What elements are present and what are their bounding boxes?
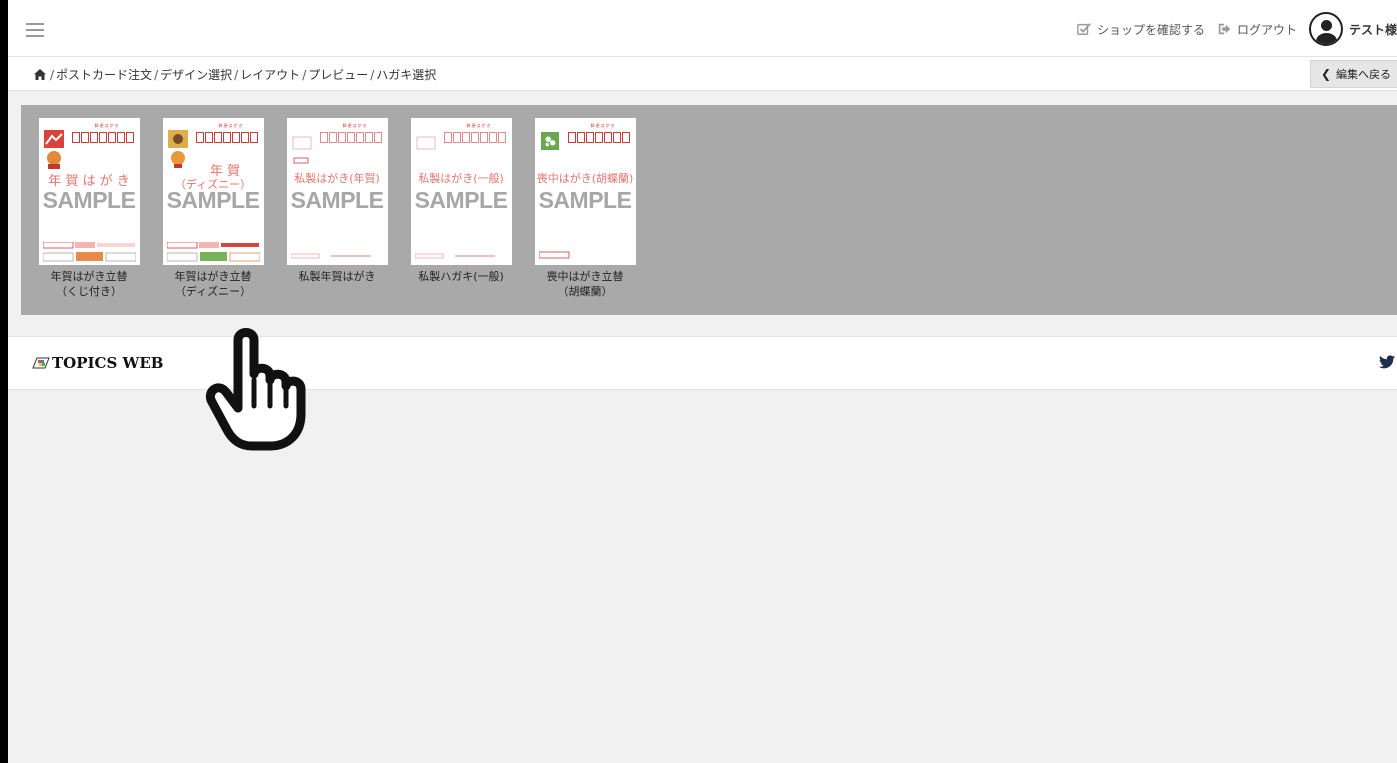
breadcrumb-item-layout[interactable]: レイアウト: [240, 66, 300, 83]
postcard-label-line1: 私製ハガキ(一般): [418, 270, 504, 283]
logout-icon: [1218, 23, 1231, 35]
postcard-label: 私製ハガキ(一般): [401, 269, 521, 284]
postcard-label: 年賀はがき立替 （ディズニー）: [153, 269, 273, 299]
hand-pointer-cursor-icon: [206, 328, 306, 451]
lottery-strip: [42, 242, 136, 262]
check-square-icon: [1077, 23, 1091, 35]
postcard-thumbnail: 郵便はがき 年 賀 は が き SAMPLE: [38, 118, 140, 265]
breadcrumb-item-preview[interactable]: プレビュー: [308, 66, 368, 83]
postcard-option-private-nenga[interactable]: 郵便はがき 私製はがき(年賀) SAMPLE 私製年賀はがき: [277, 118, 397, 284]
postcard-option-private-general[interactable]: 郵便はがき 私製はがき(一般) SAMPLE 私製ハガキ(一般): [401, 118, 521, 284]
address-footer: [538, 251, 569, 259]
breadcrumb-bar: / ポストカード注文 / デザイン選択 / レイアウト / プレビュー / ハガ…: [8, 57, 1397, 91]
postal-code-boxes: [71, 132, 134, 143]
thumbnail-title: 私製はがき(年賀): [294, 172, 380, 185]
breadcrumb-separator: /: [154, 67, 159, 82]
twitter-icon[interactable]: [1379, 355, 1395, 369]
postcard-label-line1: 私製年賀はがき: [298, 270, 376, 283]
postcard-label-line2: （くじ付き）: [56, 285, 122, 298]
stamp-icon: [43, 130, 64, 169]
postal-code-boxes: [195, 132, 258, 143]
postcard-gallery: 郵便はがき 年 賀 は が き SAMPLE 年賀はがき立替 （くじ付き） 郵便…: [21, 105, 1397, 315]
postcard-option-mourning[interactable]: 郵便はがき 喪中はがき(胡蝶蘭) SAMPLE 喪中はがき立替 （胡蝶蘭）: [525, 118, 645, 299]
hamburger-icon[interactable]: [26, 23, 44, 37]
thumbnail-title: 私製はがき(一般): [418, 172, 504, 185]
sample-watermark: SAMPLE: [414, 187, 508, 213]
breadcrumb-separator: /: [302, 67, 307, 82]
user-avatar-icon: [1308, 12, 1343, 46]
logout-link[interactable]: ログアウト: [1217, 21, 1297, 38]
postcard-thumbnail: 郵便はがき 私製はがき(年賀) SAMPLE: [286, 118, 388, 265]
shop-link-label: ショップを確認する: [1096, 22, 1205, 37]
postcard-label: 年賀はがき立替 （くじ付き）: [29, 269, 149, 299]
postcard-label-line1: 年賀はがき立替: [50, 270, 128, 283]
orchid-stamp-icon: [540, 132, 559, 150]
postal-code-boxes: [443, 132, 506, 143]
postcard-label-line1: 喪中はがき立替: [546, 270, 624, 283]
stamp-area-icon: [416, 136, 435, 150]
postal-code-boxes: [567, 132, 630, 143]
breadcrumb: / ポストカード注文 / デザイン選択 / レイアウト / プレビュー / ハガ…: [34, 66, 436, 83]
address-footer: [290, 253, 371, 259]
sample-watermark: SAMPLE: [290, 187, 384, 213]
postcard-label: 私製年賀はがき: [277, 269, 397, 284]
lottery-strip: [166, 242, 260, 262]
user-menu[interactable]: テスト様: [1308, 12, 1397, 46]
breadcrumb-separator: /: [50, 67, 55, 82]
back-to-edit-button[interactable]: ❮ 編集へ戻る: [1309, 60, 1397, 88]
navbar-right: ショップを確認する ログアウト テスト様: [1077, 12, 1397, 46]
shop-link[interactable]: ショップを確認する: [1077, 21, 1205, 38]
flag-icon: [32, 357, 50, 369]
postcard-label-line2: （ディズニー）: [174, 285, 252, 298]
address-footer: [414, 253, 495, 259]
postcard-thumbnail: 郵便はがき 喪中はがき(胡蝶蘭) SAMPLE: [534, 118, 636, 265]
stamp-area-icon: [292, 136, 311, 164]
breadcrumb-separator: /: [370, 67, 375, 82]
home-icon[interactable]: [34, 69, 46, 80]
sample-watermark: SAMPLE: [538, 187, 632, 213]
postcard-label: 喪中はがき立替 （胡蝶蘭）: [525, 269, 645, 299]
postcard-label-line1: 年賀はがき立替: [174, 270, 252, 283]
chevron-left-icon: ❮: [1320, 67, 1331, 81]
thumbnail-title: 喪中はがき(胡蝶蘭): [536, 172, 634, 185]
topics-web-label: TOPICS WEB: [52, 354, 164, 372]
topics-web-logo[interactable]: TOPICS WEB: [32, 354, 163, 372]
logout-label: ログアウト: [1236, 22, 1297, 37]
postcard-option-nenga-disney[interactable]: 郵便はがき 年 賀 （ディズニー） SAMPLE 年賀はがき立替 （ディズニー）: [153, 118, 273, 299]
breadcrumb-item-postcard-select: ハガキ選択: [376, 68, 437, 82]
postcard-thumbnail: 郵便はがき 年 賀 （ディズニー） SAMPLE: [162, 118, 264, 265]
breadcrumb-separator: /: [234, 67, 239, 82]
sample-watermark: SAMPLE: [166, 187, 260, 213]
breadcrumb-item-design-select[interactable]: デザイン選択: [160, 66, 232, 83]
postcard-option-nenga-kuji[interactable]: 郵便はがき 年 賀 は が き SAMPLE 年賀はがき立替 （くじ付き）: [29, 118, 149, 299]
sample-watermark: SAMPLE: [42, 187, 136, 213]
postcard-thumbnail: 郵便はがき 私製はがき(一般) SAMPLE: [410, 118, 512, 265]
user-name: テスト様: [1348, 22, 1397, 37]
top-navbar: ショップを確認する ログアウト テスト様: [8, 0, 1397, 57]
postcard-label-line2: （胡蝶蘭）: [557, 285, 613, 298]
breadcrumb-item-postcard-order[interactable]: ポストカード注文: [56, 66, 152, 83]
back-to-edit-label: 編集へ戻る: [1336, 68, 1391, 81]
postal-code-boxes: [319, 132, 382, 143]
